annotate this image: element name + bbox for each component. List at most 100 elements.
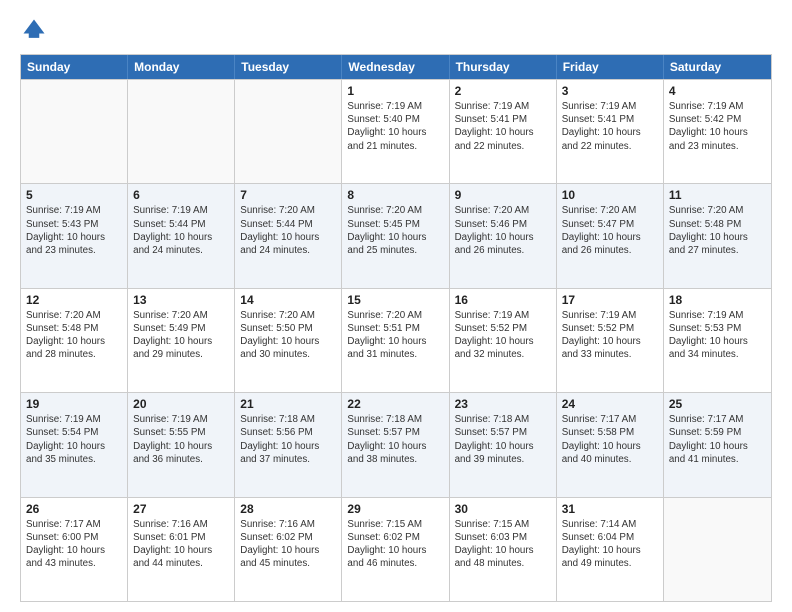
day-number: 31: [562, 502, 658, 516]
day-cell-18: 18 Sunrise: 7:19 AMSunset: 5:53 PMDayligh…: [664, 289, 771, 392]
day-info: Sunrise: 7:19 AMSunset: 5:41 PMDaylight:…: [562, 100, 658, 153]
calendar-row-4: 19Sunrise: 7:19 AMSunset: 5:54 PMDayligh…: [21, 392, 771, 496]
day-cell-2: 2Sunrise: 7:19 AMSunset: 5:41 PMDaylight…: [450, 80, 557, 183]
day-cell-30: 30 Sunrise: 7:15 AMSunset: 6:03 PMDayligh…: [450, 498, 557, 601]
day-info: Sunrise: 7:20 AMSunset: 5:50 PMDaylight:…: [240, 309, 336, 362]
empty-cell: [235, 80, 342, 183]
day-cell-20: 20Sunrise: 7:19 AMSunset: 5:55 PMDayligh…: [128, 393, 235, 496]
empty-cell: [128, 80, 235, 183]
day-number: 24: [562, 397, 658, 411]
day-cell-13: 13Sunrise: 7:20 AMSunset: 5:49 PMDayligh…: [128, 289, 235, 392]
header: [20, 16, 772, 44]
day-info: Sunrise: 7:17 AMSunset: 6:00 PMDaylight:…: [26, 518, 122, 571]
day-cell-26: 26 Sunrise: 7:17 AMSunset: 6:00 PMDayligh…: [21, 498, 128, 601]
day-number: 11: [669, 188, 766, 202]
day-number: 25: [669, 397, 766, 411]
day-number: 19: [26, 397, 122, 411]
day-number: 16: [455, 293, 551, 307]
day-number: 13: [133, 293, 229, 307]
day-cell-31: 31Sunrise: 7:14 AMSunset: 6:04 PMDayligh…: [557, 498, 664, 601]
day-info: Sunrise: 7:20 AMSunset: 5:46 PMDaylight:…: [455, 204, 551, 257]
day-cell-11: 11 Sunrise: 7:20 AMSunset: 5:48 PMDayligh…: [664, 184, 771, 287]
day-cell-25: 25Sunrise: 7:17 AMSunset: 5:59 PMDayligh…: [664, 393, 771, 496]
day-number: 1: [347, 84, 443, 98]
calendar-header: SundayMondayTuesdayWednesdayThursdayFrid…: [21, 55, 771, 79]
page: SundayMondayTuesdayWednesdayThursdayFrid…: [0, 0, 792, 612]
day-number: 28: [240, 502, 336, 516]
day-number: 22: [347, 397, 443, 411]
day-number: 8: [347, 188, 443, 202]
day-cell-10: 10 Sunrise: 7:20 AMSunset: 5:47 PMDayligh…: [557, 184, 664, 287]
day-info: Sunrise: 7:20 AMSunset: 5:48 PMDaylight:…: [669, 204, 766, 257]
day-number: 26: [26, 502, 122, 516]
day-cell-24: 24Sunrise: 7:17 AMSunset: 5:58 PMDayligh…: [557, 393, 664, 496]
day-cell-6: 6 Sunrise: 7:19 AMSunset: 5:44 PMDaylight…: [128, 184, 235, 287]
day-number: 15: [347, 293, 443, 307]
day-cell-17: 17 Sunrise: 7:19 AMSunset: 5:52 PMDayligh…: [557, 289, 664, 392]
day-info: Sunrise: 7:20 AMSunset: 5:45 PMDaylight:…: [347, 204, 443, 257]
day-cell-7: 7 Sunrise: 7:20 AMSunset: 5:44 PMDaylight…: [235, 184, 342, 287]
day-info: Sunrise: 7:19 AMSunset: 5:52 PMDaylight:…: [562, 309, 658, 362]
day-info: Sunrise: 7:20 AMSunset: 5:48 PMDaylight:…: [26, 309, 122, 362]
calendar-body: 1 Sunrise: 7:19 AMSunset: 5:40 PMDaylight…: [21, 79, 771, 601]
day-number: 27: [133, 502, 229, 516]
day-info: Sunrise: 7:20 AMSunset: 5:51 PMDaylight:…: [347, 309, 443, 362]
day-cell-8: 8 Sunrise: 7:20 AMSunset: 5:45 PMDaylight…: [342, 184, 449, 287]
day-info: Sunrise: 7:18 AMSunset: 5:57 PMDaylight:…: [347, 413, 443, 466]
day-info: Sunrise: 7:19 AMSunset: 5:53 PMDaylight:…: [669, 309, 766, 362]
day-info: Sunrise: 7:16 AMSunset: 6:01 PMDaylight:…: [133, 518, 229, 571]
day-info: Sunrise: 7:15 AMSunset: 6:02 PMDaylight:…: [347, 518, 443, 571]
day-info: Sunrise: 7:19 AMSunset: 5:43 PMDaylight:…: [26, 204, 122, 257]
empty-cell: [664, 498, 771, 601]
header-day-wednesday: Wednesday: [342, 55, 449, 79]
day-number: 14: [240, 293, 336, 307]
day-info: Sunrise: 7:19 AMSunset: 5:44 PMDaylight:…: [133, 204, 229, 257]
calendar-row-1: 1 Sunrise: 7:19 AMSunset: 5:40 PMDaylight…: [21, 79, 771, 183]
day-cell-19: 19Sunrise: 7:19 AMSunset: 5:54 PMDayligh…: [21, 393, 128, 496]
day-cell-1: 1 Sunrise: 7:19 AMSunset: 5:40 PMDaylight…: [342, 80, 449, 183]
logo: [20, 16, 52, 44]
header-day-monday: Monday: [128, 55, 235, 79]
day-info: Sunrise: 7:15 AMSunset: 6:03 PMDaylight:…: [455, 518, 551, 571]
day-cell-3: 3 Sunrise: 7:19 AMSunset: 5:41 PMDaylight…: [557, 80, 664, 183]
day-number: 18: [669, 293, 766, 307]
day-cell-28: 28 Sunrise: 7:16 AMSunset: 6:02 PMDayligh…: [235, 498, 342, 601]
calendar-row-3: 12 Sunrise: 7:20 AMSunset: 5:48 PMDayligh…: [21, 288, 771, 392]
day-info: Sunrise: 7:18 AMSunset: 5:57 PMDaylight:…: [455, 413, 551, 466]
empty-cell: [21, 80, 128, 183]
day-info: Sunrise: 7:20 AMSunset: 5:47 PMDaylight:…: [562, 204, 658, 257]
day-number: 4: [669, 84, 766, 98]
calendar-row-5: 26 Sunrise: 7:17 AMSunset: 6:00 PMDayligh…: [21, 497, 771, 601]
calendar-row-2: 5 Sunrise: 7:19 AMSunset: 5:43 PMDaylight…: [21, 183, 771, 287]
header-day-thursday: Thursday: [450, 55, 557, 79]
day-info: Sunrise: 7:19 AMSunset: 5:40 PMDaylight:…: [347, 100, 443, 153]
day-number: 2: [455, 84, 551, 98]
day-number: 5: [26, 188, 122, 202]
day-number: 6: [133, 188, 229, 202]
day-number: 12: [26, 293, 122, 307]
day-number: 10: [562, 188, 658, 202]
day-info: Sunrise: 7:20 AMSunset: 5:44 PMDaylight:…: [240, 204, 336, 257]
day-cell-5: 5 Sunrise: 7:19 AMSunset: 5:43 PMDaylight…: [21, 184, 128, 287]
logo-icon: [20, 16, 48, 44]
day-number: 23: [455, 397, 551, 411]
day-cell-14: 14 Sunrise: 7:20 AMSunset: 5:50 PMDayligh…: [235, 289, 342, 392]
day-cell-27: 27 Sunrise: 7:16 AMSunset: 6:01 PMDayligh…: [128, 498, 235, 601]
day-cell-4: 4 Sunrise: 7:19 AMSunset: 5:42 PMDaylight…: [664, 80, 771, 183]
day-cell-15: 15 Sunrise: 7:20 AMSunset: 5:51 PMDayligh…: [342, 289, 449, 392]
day-info: Sunrise: 7:16 AMSunset: 6:02 PMDaylight:…: [240, 518, 336, 571]
day-info: Sunrise: 7:18 AMSunset: 5:56 PMDaylight:…: [240, 413, 336, 466]
day-cell-9: 9Sunrise: 7:20 AMSunset: 5:46 PMDaylight…: [450, 184, 557, 287]
day-info: Sunrise: 7:19 AMSunset: 5:52 PMDaylight:…: [455, 309, 551, 362]
day-number: 17: [562, 293, 658, 307]
header-day-tuesday: Tuesday: [235, 55, 342, 79]
day-cell-23: 23 Sunrise: 7:18 AMSunset: 5:57 PMDayligh…: [450, 393, 557, 496]
day-number: 30: [455, 502, 551, 516]
day-number: 7: [240, 188, 336, 202]
day-cell-16: 16 Sunrise: 7:19 AMSunset: 5:52 PMDayligh…: [450, 289, 557, 392]
header-day-saturday: Saturday: [664, 55, 771, 79]
day-cell-21: 21Sunrise: 7:18 AMSunset: 5:56 PMDayligh…: [235, 393, 342, 496]
day-cell-12: 12 Sunrise: 7:20 AMSunset: 5:48 PMDayligh…: [21, 289, 128, 392]
day-number: 3: [562, 84, 658, 98]
day-info: Sunrise: 7:19 AMSunset: 5:42 PMDaylight:…: [669, 100, 766, 153]
